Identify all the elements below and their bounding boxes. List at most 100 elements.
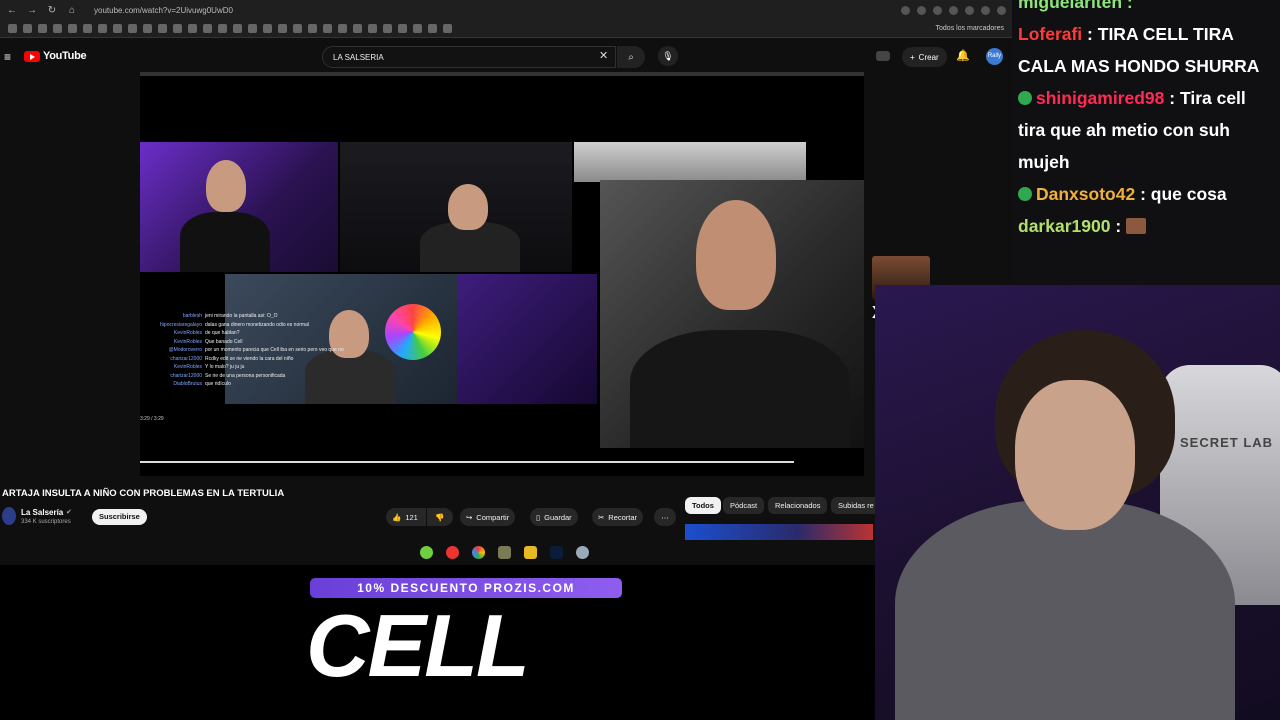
taskbar-app-icon[interactable]: [446, 545, 459, 559]
youtube-header: ≡ YouTube LA SALSERIA ✕ ⌕ 🎙 + Crear 🔔 Ra…: [0, 44, 1012, 70]
stream-chat-overlay: barblesh jeni mirando la pantalla asi: O_…: [140, 312, 365, 462]
extension-icon[interactable]: [949, 5, 958, 15]
url-text[interactable]: youtube.com/watch?v=2Uivuwg0UwD0: [94, 6, 233, 15]
bookmark-icon[interactable]: [83, 24, 92, 33]
chat-text: que cosa: [1150, 184, 1227, 204]
bookmark-icon[interactable]: [308, 24, 317, 33]
all-bookmarks-link[interactable]: Todos los marcadores: [936, 25, 1004, 32]
emote-icon: [1126, 218, 1147, 234]
extension-icon[interactable]: [965, 5, 974, 15]
bookmark-icon[interactable]: [293, 24, 302, 33]
bookmark-icon[interactable]: [158, 24, 167, 33]
bookmark-icon[interactable]: [398, 24, 407, 33]
channel-name[interactable]: La Salsería: [21, 508, 63, 517]
like-button[interactable]: 👍 121: [386, 508, 426, 526]
extension-icon[interactable]: [901, 5, 910, 15]
bookmark-icon[interactable]: [68, 24, 77, 33]
bookmark-icon[interactable]: [353, 24, 362, 33]
clear-search-icon[interactable]: ✕: [599, 49, 608, 62]
taskbar-app-icon[interactable]: [576, 545, 589, 559]
bookmark-icon[interactable]: [368, 24, 377, 33]
chip-podcast[interactable]: Pódcast: [723, 497, 765, 514]
chat-message: Loferafi : TIRA CELL TIRA CALA MAS HONDO…: [1018, 24, 1260, 76]
home-icon[interactable]: ⌂: [66, 5, 78, 16]
account-avatar[interactable]: Rally: [986, 48, 1003, 65]
taskbar-app-icon[interactable]: [498, 545, 511, 559]
video-cam-main: [600, 180, 864, 448]
taskbar-app-icon[interactable]: [420, 545, 433, 559]
clip-label: Recortar: [608, 512, 638, 522]
recommended-thumbnail[interactable]: [685, 524, 873, 540]
hamburger-menu-icon[interactable]: ≡: [4, 50, 11, 64]
bookmark-icon[interactable]: [278, 24, 287, 33]
channel-avatar[interactable]: [2, 507, 16, 525]
chat-line: KevinRobles de que hablan?: [140, 329, 365, 338]
bookmark-icon[interactable]: [338, 24, 347, 33]
chat-line: barblesh jeni mirando la pantalla asi: O_…: [140, 312, 365, 321]
voice-search-button[interactable]: 🎙: [658, 46, 678, 66]
back-icon[interactable]: ←: [6, 5, 18, 16]
chip-related[interactable]: Relacionados: [768, 497, 828, 514]
bookmark-icon[interactable]: [173, 24, 182, 33]
extension-icon[interactable]: [933, 5, 942, 15]
bookmark-icon[interactable]: [113, 24, 122, 33]
chip-uploads[interactable]: Subidas re: [831, 497, 881, 514]
player-progress-bar[interactable]: [140, 461, 794, 463]
notifications-bell-icon[interactable]: 🔔: [956, 49, 970, 62]
person-head: [206, 160, 246, 212]
bookmark-icon[interactable]: [383, 24, 392, 33]
chat-line: charizar12000 Rcdky edit se rie viendo la…: [140, 355, 365, 364]
bookmark-icon[interactable]: [143, 24, 152, 33]
reload-icon[interactable]: ↻: [46, 5, 58, 16]
video-cam-middle: [340, 142, 572, 272]
more-actions-button[interactable]: ⋯: [654, 508, 676, 526]
chrome-icon[interactable]: [472, 545, 485, 559]
folder-icon[interactable]: [524, 545, 537, 559]
extension-icon[interactable]: [917, 5, 926, 15]
bookmark-icon[interactable]: [263, 24, 272, 33]
bookmark-icon[interactable]: [188, 24, 197, 33]
bookmark-icon[interactable]: [413, 24, 422, 33]
video-title: ARTAJA INSULTA A NIÑO CON PROBLEMAS EN L…: [2, 488, 285, 499]
chat-user: @Modoroverro: [168, 347, 202, 353]
chat-message: Se rie de una persona personificada: [205, 372, 286, 379]
bookmark-icon[interactable]: [203, 24, 212, 33]
bookmark-icon[interactable]: [443, 24, 452, 33]
search-button[interactable]: ⌕: [617, 46, 645, 68]
bookmark-icon[interactable]: [128, 24, 137, 33]
bookmark-icon[interactable]: [428, 24, 437, 33]
bookmark-icon[interactable]: [8, 24, 17, 33]
search-input[interactable]: LA SALSERIA: [322, 46, 616, 68]
photoshop-icon[interactable]: [550, 545, 563, 559]
extension-icon[interactable]: [997, 5, 1006, 15]
bookmark-icon[interactable]: [248, 24, 257, 33]
chat-user: KevinRobles: [173, 330, 202, 336]
bookmark-icon[interactable]: [233, 24, 242, 33]
create-label: Crear: [918, 52, 939, 62]
person-torso: [630, 330, 850, 448]
player-time-display: 3:29 / 3:29: [140, 416, 164, 422]
verified-icon: ✔: [66, 509, 72, 516]
bookmark-icon[interactable]: [323, 24, 332, 33]
forward-icon[interactable]: →: [26, 5, 38, 16]
bookmarks-bar: Todos los marcadores: [0, 20, 1012, 38]
cast-icon[interactable]: [876, 51, 890, 61]
bookmark-icon[interactable]: [53, 24, 62, 33]
create-button[interactable]: + Crear: [902, 47, 947, 67]
chat-user: charizar12000: [170, 372, 202, 379]
bookmark-icon[interactable]: [38, 24, 47, 33]
youtube-logo-text: YouTube: [43, 50, 87, 62]
save-button[interactable]: ▯ Guardar: [530, 508, 578, 526]
extension-icon[interactable]: [981, 5, 990, 15]
video-player[interactable]: barblesh jeni mirando la pantalla asi: O_…: [140, 72, 864, 476]
bookmark-icon[interactable]: [218, 24, 227, 33]
clip-button[interactable]: ✂ Recortar: [592, 508, 644, 526]
bookmark-icon[interactable]: [98, 24, 107, 33]
streamer-face: [1015, 380, 1135, 530]
subscribe-button[interactable]: Suscribirse: [92, 509, 147, 525]
chip-all[interactable]: Todos: [685, 497, 721, 514]
youtube-logo[interactable]: YouTube: [24, 50, 87, 62]
bookmark-icon[interactable]: [23, 24, 32, 33]
dislike-button[interactable]: 👎: [427, 508, 453, 526]
share-button[interactable]: ↪ Compartir: [460, 508, 516, 526]
